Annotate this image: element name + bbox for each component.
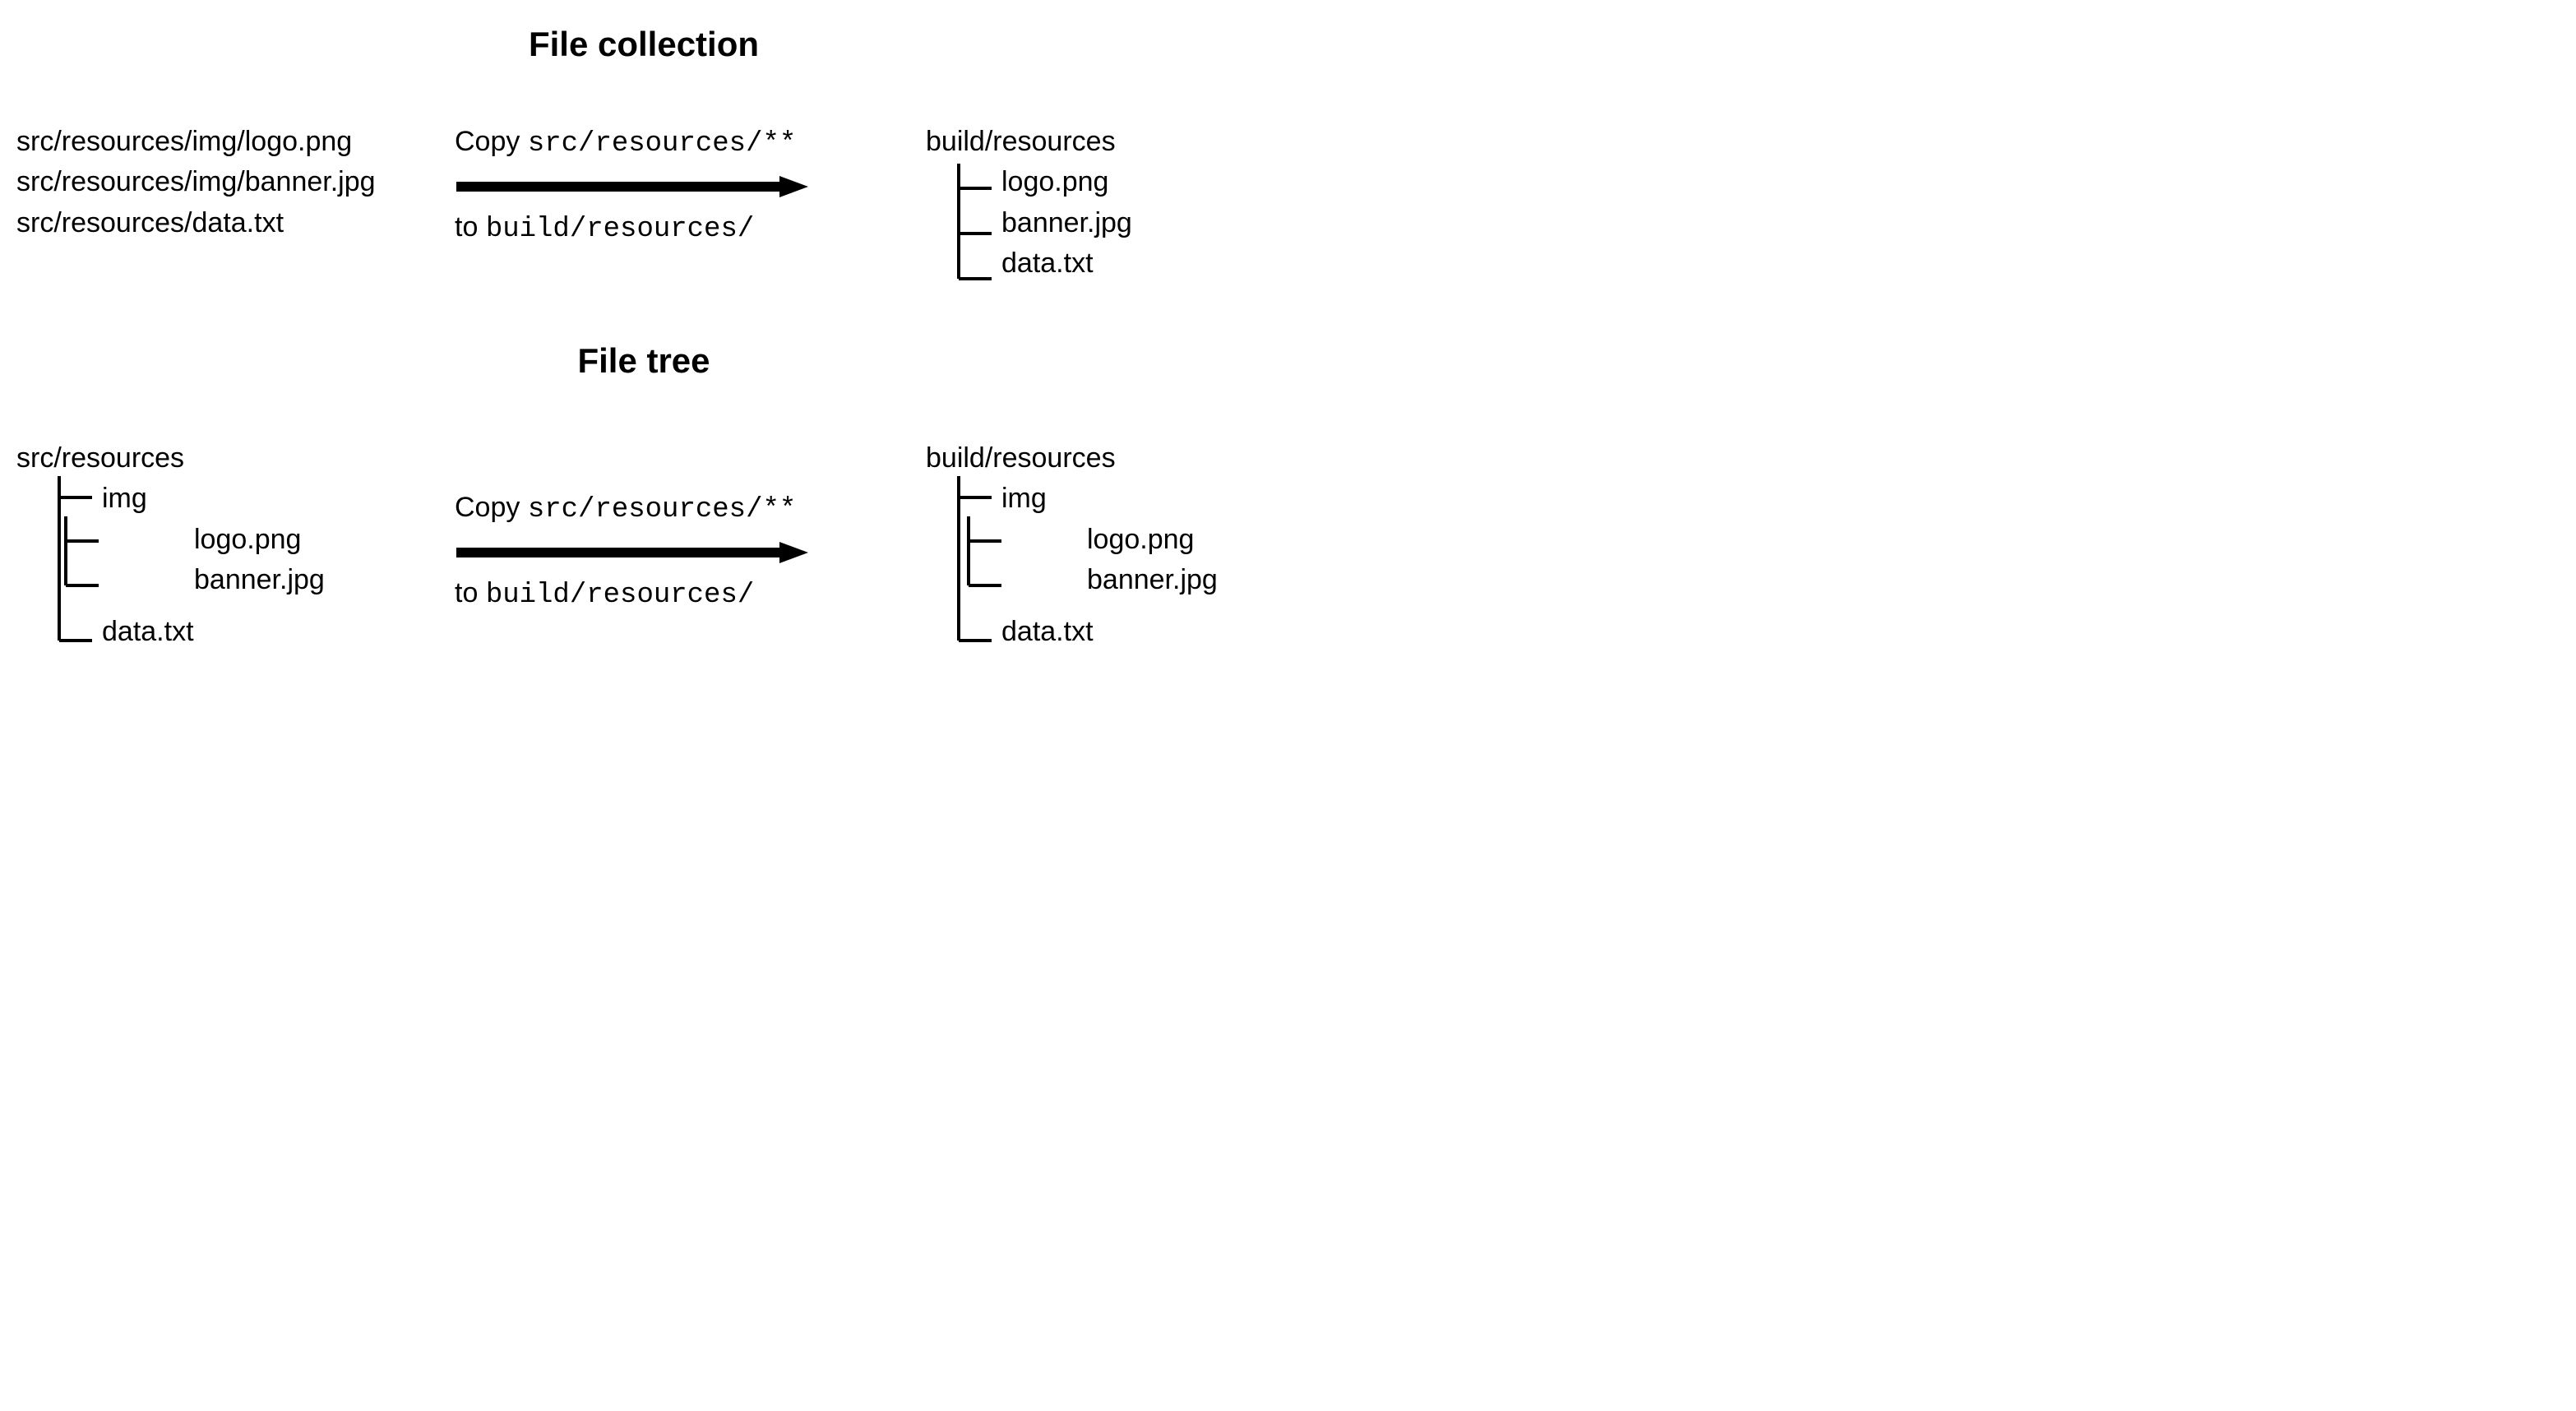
source-path: src/resources/img/banner.jpg: [16, 162, 395, 202]
dest-file: banner.jpg: [1001, 203, 1271, 243]
dest-root: build/resources: [926, 122, 1271, 162]
dest-file: logo.png: [1001, 162, 1271, 202]
tree-connector-icon: [950, 164, 1033, 295]
src-root: src/resources: [16, 438, 395, 479]
tree-connector-icon: [58, 516, 132, 615]
to-label-prefix: to: [455, 577, 486, 608]
title-file-tree: File tree: [16, 341, 1271, 381]
copy-glob: src/resources/**: [528, 494, 796, 525]
arrow-right-icon: [455, 174, 808, 199]
copy-label-line: Copy src/resources/**: [455, 488, 796, 530]
copy-operation: Copy src/resources/** to build/resources…: [455, 488, 866, 617]
dest-tree: build/resources img logo.png banner.jpg: [926, 438, 1271, 652]
arrow-right-icon: [455, 540, 808, 565]
copy-to-line: to build/resources/: [455, 207, 754, 250]
tree-connector-icon: [960, 516, 1034, 615]
source-path: src/resources/img/logo.png: [16, 122, 395, 162]
dest-tree-collection: build/resources logo.png banner.jpg data…: [926, 122, 1271, 284]
copy-to-line: to build/resources/: [455, 573, 754, 616]
diagram-root: File collection src/resources/img/logo.p…: [0, 0, 1288, 760]
copy-label-line: Copy src/resources/**: [455, 122, 796, 164]
row-file-tree: src/resources img logo.png banner.jpg: [16, 438, 1271, 710]
source-paths-list: src/resources/img/logo.png src/resources…: [16, 122, 395, 243]
row-file-collection: src/resources/img/logo.png src/resources…: [16, 122, 1271, 341]
copy-operation: Copy src/resources/** to build/resources…: [455, 122, 866, 251]
to-label-prefix: to: [455, 211, 486, 243]
src-dir-img: img: [102, 479, 395, 519]
source-path: src/resources/data.txt: [16, 203, 395, 243]
src-file: banner.jpg: [194, 560, 395, 600]
src-file: data.txt: [102, 612, 395, 652]
title-file-collection: File collection: [16, 25, 1271, 64]
to-path: build/resources/: [486, 580, 754, 611]
dest-file: logo.png: [1087, 520, 1271, 560]
dest-file: data.txt: [1001, 612, 1271, 652]
copy-label-prefix: Copy: [455, 126, 528, 157]
dest-root: build/resources: [926, 438, 1271, 479]
to-path: build/resources/: [486, 214, 754, 245]
copy-glob: src/resources/**: [528, 128, 796, 160]
dest-file: banner.jpg: [1087, 560, 1271, 600]
copy-label-prefix: Copy: [455, 492, 528, 523]
dest-dir-img: img: [1001, 479, 1271, 519]
src-file: logo.png: [194, 520, 395, 560]
source-tree: src/resources img logo.png banner.jpg: [16, 438, 395, 652]
dest-file: data.txt: [1001, 243, 1271, 284]
